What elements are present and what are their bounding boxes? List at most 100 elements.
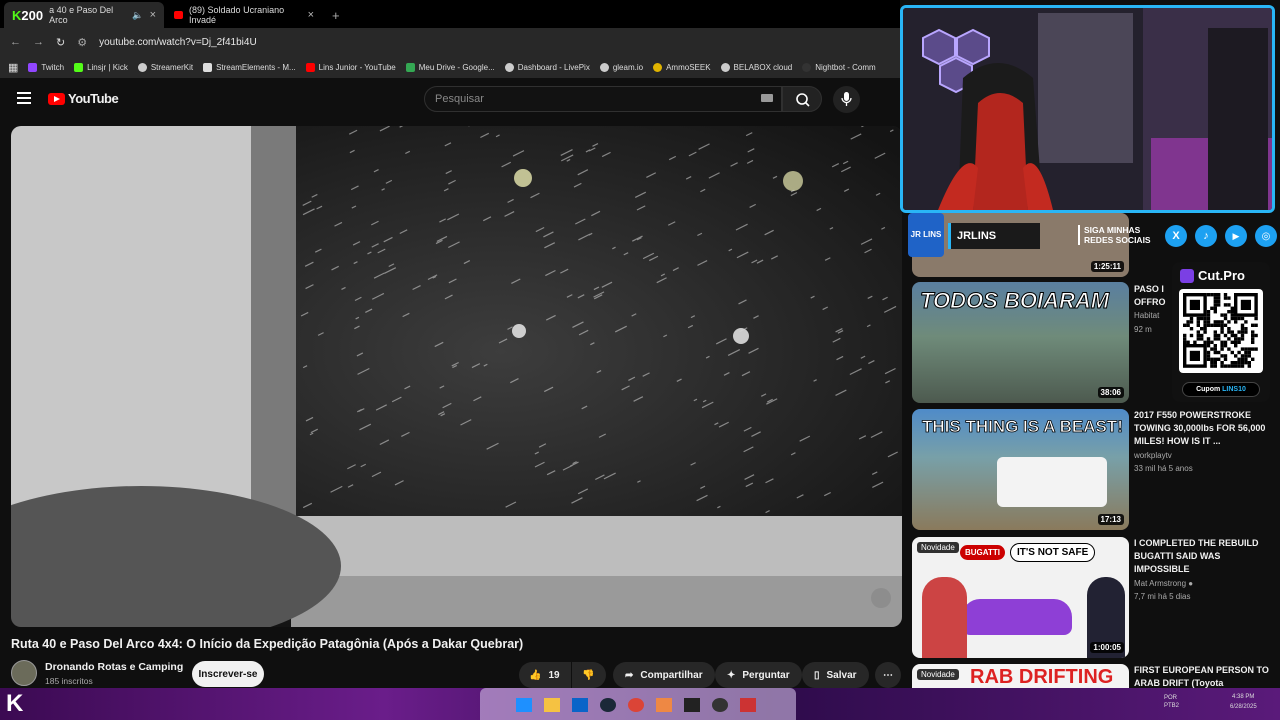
- qr-module: [1247, 347, 1251, 351]
- qr-module: [1254, 316, 1258, 321]
- kick-logo: K: [6, 690, 24, 717]
- bookmark-drive[interactable]: Meu Drive - Google...: [405, 62, 495, 72]
- qr-module: [1220, 340, 1224, 344]
- like-button[interactable]: 👍 19: [519, 662, 571, 688]
- video-title: Ruta 40 e Paso Del Arco 4x4: O Início da…: [11, 637, 524, 651]
- reload-icon[interactable]: ↻: [56, 36, 65, 49]
- recommendation-title[interactable]: 2017 F550 POWERSTROKE TOWING 30,000lbs F…: [1134, 409, 1270, 448]
- bookmark-youtube[interactable]: Lins Junior - YouTube: [305, 62, 396, 72]
- qr-module: [1223, 323, 1228, 327]
- keyboard-icon[interactable]: [761, 94, 773, 102]
- dislike-button[interactable]: 👎: [572, 662, 606, 688]
- hamburger-menu-icon[interactable]: [17, 92, 31, 104]
- youtube-logo[interactable]: YouTube: [48, 91, 119, 106]
- recommendation-channel[interactable]: Habitat: [1134, 311, 1159, 320]
- terminal-icon[interactable]: [684, 698, 700, 712]
- qr-module: [1217, 333, 1221, 338]
- qr-module: [1220, 323, 1224, 327]
- recommendation-thumb[interactable]: Novidade BUGATTI IT'S NOT SAFE 1:00:05: [912, 537, 1129, 658]
- qr-module: [1247, 361, 1251, 365]
- qr-module: [1244, 357, 1248, 361]
- channel-avatar[interactable]: [11, 660, 37, 686]
- subscribe-button[interactable]: Inscrever-se: [192, 661, 264, 687]
- save-button[interactable]: ▯ Salvar: [802, 662, 869, 688]
- bookmark-gleam[interactable]: gleam.io: [599, 62, 643, 72]
- ask-button[interactable]: ✦ Perguntar: [715, 662, 802, 688]
- qr-module: [1200, 316, 1204, 321]
- outlook-icon[interactable]: [572, 698, 588, 712]
- chrome-icon[interactable]: [628, 698, 644, 712]
- site-info-icon[interactable]: ⚙: [77, 36, 87, 49]
- recommendation-channel[interactable]: workplaytv: [1134, 451, 1172, 460]
- cutpro-icon: [1180, 268, 1194, 283]
- voice-search-button[interactable]: [833, 86, 860, 113]
- twitch-icon: [28, 62, 38, 72]
- windows-start-icon[interactable]: [516, 698, 532, 712]
- qr-module: [1230, 361, 1234, 365]
- qr-module: [1217, 293, 1221, 297]
- qr-module: [1254, 333, 1258, 338]
- tab-kick[interactable]: K200 a 40 e Paso Del Arco 🔈 ×: [4, 2, 164, 28]
- recommendation-channel[interactable]: Mat Armstrong ●: [1134, 579, 1193, 588]
- duration-badge: 1:25:11: [1090, 261, 1124, 272]
- recommendation-thumb[interactable]: THIS THING IS A BEAST! 17:13: [912, 409, 1129, 530]
- bookmark-livepix[interactable]: Dashboard - LivePix: [504, 62, 590, 72]
- obs-icon[interactable]: [712, 698, 728, 712]
- app-icon[interactable]: [740, 698, 756, 712]
- forward-icon[interactable]: →: [33, 36, 44, 48]
- bookmark-twitch[interactable]: Twitch: [28, 62, 64, 72]
- clock-time[interactable]: 4:38 PM: [1232, 694, 1254, 700]
- qr-module: [1213, 347, 1217, 351]
- bookmark-streamelements[interactable]: StreamElements - M...: [203, 62, 296, 72]
- qr-module: [1220, 354, 1224, 358]
- apps-grid-icon[interactable]: ▦: [8, 61, 18, 74]
- qr-module: [1183, 323, 1187, 327]
- bookmark-nightbot[interactable]: Nightbot - Comm: [802, 62, 876, 72]
- tab-youtube[interactable]: (89) Soldado Ucraniano Invadé ×: [166, 2, 322, 28]
- video-player[interactable]: [11, 126, 902, 627]
- search-input[interactable]: Pesquisar: [424, 86, 782, 112]
- tab-close-icon[interactable]: ×: [150, 9, 156, 21]
- back-icon[interactable]: ←: [10, 36, 21, 48]
- qr-module: [1223, 357, 1228, 361]
- ammoseek-icon: [653, 62, 663, 72]
- tab-close-icon[interactable]: ×: [308, 9, 314, 21]
- qr-module: [1206, 354, 1211, 358]
- more-actions-button[interactable]: ⋯: [875, 662, 901, 688]
- new-tab-button[interactable]: +: [324, 2, 348, 28]
- qr-module: [1247, 354, 1251, 358]
- qr-module: [1234, 333, 1238, 338]
- bookmark-kick[interactable]: Linsjr | Kick: [74, 62, 128, 72]
- channel-name[interactable]: Dronando Rotas e Camping: [45, 661, 183, 673]
- url-field[interactable]: youtube.com/watch?v=Dj_2f41bi4U: [99, 37, 257, 48]
- share-button[interactable]: ➦ Compartilhar: [613, 662, 715, 688]
- kick-viewer-badge: K200: [12, 7, 44, 23]
- recommendation-thumb[interactable]: Novidade RAB DRIFTING: [912, 664, 1129, 690]
- qr-module: [1223, 333, 1228, 338]
- recommendation-meta: 33 mil há 5 anos: [1134, 464, 1193, 473]
- qr-module: [1230, 333, 1234, 338]
- new-badge: Novidade: [917, 542, 959, 553]
- qr-module: [1237, 364, 1241, 368]
- bookmark-belabox[interactable]: BELABOX cloud: [720, 62, 792, 72]
- clock-date[interactable]: 6/28/2025: [1230, 704, 1257, 710]
- search-button[interactable]: [782, 86, 822, 112]
- language-indicator[interactable]: POR PTB2: [1164, 694, 1179, 710]
- recommendation-title[interactable]: I COMPLETED THE REBUILD BUGATTI SAID WAS…: [1134, 537, 1270, 576]
- steam-icon[interactable]: [600, 698, 616, 712]
- file-explorer-icon[interactable]: [544, 698, 560, 712]
- qr-module: [1251, 337, 1255, 341]
- recommendation-meta: 92 m: [1134, 325, 1152, 334]
- recommendation-thumb[interactable]: TODOS BOIARAM 38:06: [912, 282, 1129, 403]
- app-icon[interactable]: [656, 698, 672, 712]
- qr-module: [1206, 293, 1211, 297]
- bookmark-streamerkit[interactable]: StreamerKit: [137, 62, 193, 72]
- recommendation-title[interactable]: FIRST EUROPEAN PERSON TO ARAB DRIFT (Toy…: [1134, 664, 1270, 688]
- qr-module: [1227, 296, 1231, 300]
- tab-audio-icon[interactable]: 🔈: [132, 10, 143, 21]
- bookmark-ammoseek[interactable]: AmmoSEEK: [653, 62, 711, 72]
- qr-module: [1234, 344, 1238, 348]
- qr-module: [1234, 320, 1238, 324]
- tiktok-icon: ♪: [1195, 225, 1217, 247]
- qr-finder: [1189, 299, 1200, 310]
